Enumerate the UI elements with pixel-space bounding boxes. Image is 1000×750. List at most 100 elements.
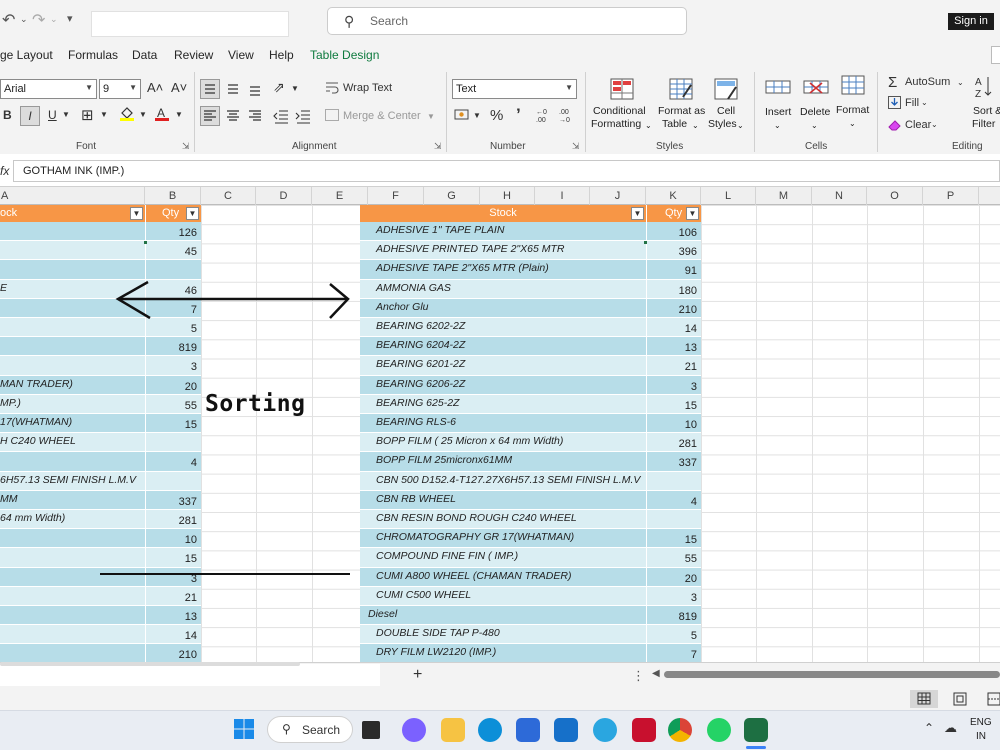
app-icon[interactable] — [554, 718, 578, 742]
format-as-table-icon[interactable] — [667, 77, 695, 103]
qty-cell[interactable] — [646, 510, 701, 530]
selection-handle[interactable] — [644, 241, 647, 244]
fill-color-dropdown-icon[interactable]: ▼ — [139, 110, 147, 119]
qty-cell[interactable]: 55 — [646, 548, 701, 568]
stock-cell[interactable] — [0, 567, 145, 587]
stock-cell[interactable]: BOPP FILM 25micronx61MM — [360, 452, 646, 472]
qty-cell[interactable] — [145, 471, 201, 491]
qty-cell[interactable]: 21 — [145, 586, 201, 606]
tab-review[interactable]: Review — [174, 48, 213, 62]
stock-cell[interactable] — [0, 241, 145, 261]
qty-cell[interactable]: 20 — [646, 567, 701, 587]
stock-cell[interactable]: AMMONIA GAS — [360, 279, 646, 299]
font-dialog-launcher-icon[interactable]: ⇲ — [182, 141, 190, 152]
chevron-up-icon[interactable]: ⌃ — [924, 721, 934, 735]
delete-label[interactable]: Delete — [800, 106, 830, 119]
column-header-o[interactable]: O — [867, 187, 923, 205]
format-as-table-label-line2[interactable]: Table — [662, 118, 687, 131]
normal-view-button[interactable] — [910, 690, 938, 708]
qty-cell[interactable]: 45 — [145, 241, 201, 261]
accounting-dropdown-icon[interactable]: ▼ — [473, 111, 481, 120]
stock-cell[interactable]: DOUBLE SIDE TAP P-480 — [360, 625, 646, 645]
borders-dropdown-icon[interactable]: ▼ — [100, 110, 108, 119]
qty-cell[interactable]: 4 — [646, 490, 701, 510]
qty-cell[interactable]: 4 — [145, 452, 201, 472]
qty-cell[interactable]: 281 — [145, 510, 201, 530]
fill-dropdown-icon[interactable]: ⌄ — [921, 98, 928, 107]
whatsapp-icon[interactable] — [707, 718, 731, 742]
horizontal-scrollbar[interactable] — [664, 671, 1000, 678]
merge-dropdown-icon[interactable]: ▼ — [427, 112, 435, 121]
qty-cell[interactable]: 21 — [646, 356, 701, 376]
qty-cell[interactable]: 180 — [646, 279, 701, 299]
left-table-header-qty[interactable]: Qty ▼ — [145, 205, 201, 222]
qty-cell[interactable]: 337 — [646, 452, 701, 472]
qty-cell[interactable]: 3 — [646, 375, 701, 395]
column-header-p[interactable]: P — [923, 187, 979, 205]
accounting-format-icon[interactable] — [454, 108, 472, 122]
qty-cell[interactable]: 20 — [145, 375, 201, 395]
search-box[interactable]: ⚲ Search — [327, 7, 687, 35]
stock-cell[interactable] — [0, 452, 145, 472]
qty-cell[interactable]: 126 — [145, 222, 201, 242]
ribbon-collapse-box[interactable] — [991, 46, 1000, 64]
stock-cell[interactable]: COMPOUND FINE FIN ( IMP.) — [360, 548, 646, 568]
filter-dropdown-icon[interactable]: ▼ — [130, 207, 143, 220]
qty-cell[interactable]: 3 — [145, 356, 201, 376]
increase-decimal-icon[interactable]: ←0.00 — [535, 106, 553, 124]
column-header-n[interactable]: N — [812, 187, 867, 205]
percent-button[interactable]: % — [490, 107, 503, 124]
stock-cell[interactable] — [0, 644, 145, 664]
stock-cell[interactable]: 6H57.13 SEMI FINISH L.M.V — [0, 471, 145, 491]
qty-cell[interactable]: 7 — [646, 644, 701, 664]
merge-center-icon[interactable] — [325, 109, 339, 121]
clear-button[interactable]: Clear — [905, 119, 931, 131]
align-center-icon[interactable] — [224, 107, 242, 125]
decrease-decimal-icon[interactable]: .00 →0 — [558, 106, 576, 124]
alignment-dialog-launcher-icon[interactable]: ⇲ — [434, 141, 442, 152]
right-table-header-stock[interactable]: Stock ▼ — [360, 205, 646, 222]
stock-cell[interactable]: Anchor Glu — [360, 298, 646, 318]
insert-label[interactable]: Insert — [765, 106, 791, 119]
merge-center-button[interactable]: Merge & Center — [343, 110, 421, 122]
fill-down-icon[interactable] — [888, 96, 901, 109]
grow-font-button[interactable]: A˄ — [147, 80, 163, 95]
stock-cell[interactable] — [0, 625, 145, 645]
fill-color-icon[interactable] — [120, 107, 134, 121]
stock-cell[interactable]: BEARING 6201-2Z — [360, 356, 646, 376]
bottom-align-icon[interactable] — [246, 80, 264, 98]
qty-cell[interactable] — [145, 260, 201, 280]
language-indicator-bottom[interactable]: IN — [976, 731, 986, 742]
edge-browser-icon[interactable] — [478, 718, 502, 742]
format-as-table-label-line1[interactable]: Format as — [658, 105, 705, 118]
column-header-a[interactable]: A — [0, 187, 145, 205]
stock-cell[interactable] — [0, 337, 145, 357]
task-view-icon[interactable] — [362, 721, 380, 739]
windows-start-icon[interactable] — [233, 718, 255, 740]
tab-formulas[interactable]: Formulas — [68, 48, 118, 62]
chrome-icon[interactable] — [668, 718, 692, 742]
qty-cell[interactable]: 106 — [646, 222, 701, 242]
qty-cell[interactable]: 13 — [145, 606, 201, 626]
align-left-icon[interactable] — [200, 106, 220, 126]
autosum-button[interactable]: AutoSum — [905, 76, 950, 88]
column-header-h[interactable]: H — [480, 187, 535, 205]
qty-cell[interactable]: 14 — [145, 625, 201, 645]
tab-data[interactable]: Data — [132, 48, 157, 62]
stock-cell[interactable]: Diesel — [360, 606, 646, 626]
tab-table-design[interactable]: Table Design — [310, 48, 379, 62]
meet-chat-icon[interactable] — [402, 718, 426, 742]
excel-icon[interactable] — [744, 718, 768, 742]
file-explorer-icon[interactable] — [441, 718, 465, 742]
column-header-d[interactable]: D — [256, 187, 312, 205]
customize-quick-access-icon[interactable]: ▾ — [67, 12, 73, 25]
stock-cell[interactable]: MM — [0, 490, 145, 510]
qty-cell[interactable]: 819 — [145, 337, 201, 357]
store-icon[interactable] — [516, 718, 540, 742]
stock-cell[interactable]: BEARING RLS-6 — [360, 414, 646, 434]
cell-styles-icon[interactable] — [712, 77, 740, 103]
language-indicator-top[interactable]: ENG — [970, 717, 992, 728]
qty-cell[interactable] — [646, 471, 701, 491]
conditional-formatting-label-line1[interactable]: Conditional — [593, 105, 646, 118]
underline-button[interactable]: U — [48, 108, 57, 122]
